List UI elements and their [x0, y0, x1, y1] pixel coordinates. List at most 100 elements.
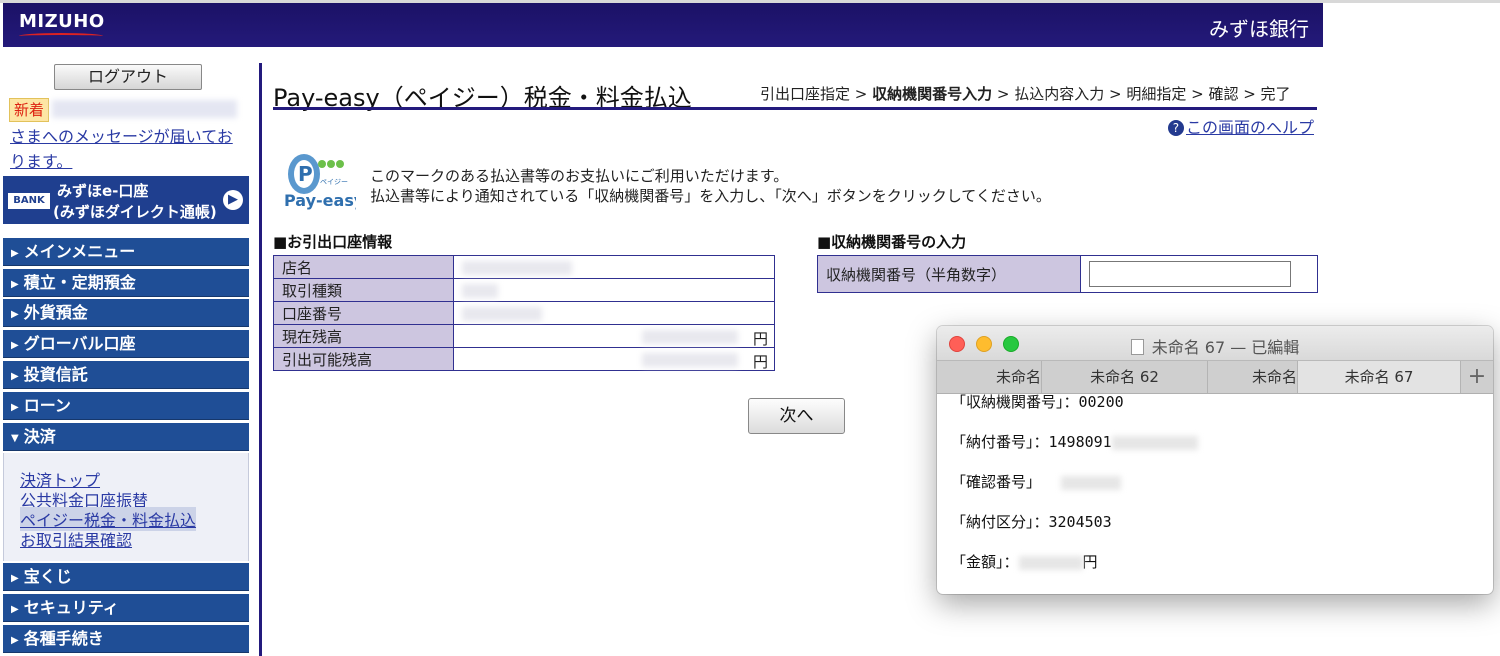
e-account-line1: みずほe-口座	[57, 182, 149, 200]
tab-untitled-67[interactable]: 未命名 67	[1298, 361, 1461, 393]
text-line: 「納付番号」：1498091	[951, 432, 1198, 472]
payeasy-logo: P ペイジー Pay-easy	[284, 154, 356, 210]
help-label: この画面のヘルプ	[1185, 118, 1314, 137]
triangle-right-icon: ▶	[11, 279, 19, 290]
submenu-transaction-results[interactable]: お取引結果確認	[20, 527, 132, 551]
triangle-right-icon: ▶	[11, 371, 19, 382]
text-line: 「確認番号」	[951, 472, 1198, 512]
svg-text:P: P	[298, 162, 313, 186]
redacted-value	[642, 352, 738, 367]
tab-untitled-b[interactable]: 未命名	[1208, 361, 1298, 393]
nav-label: メインメニュー	[23, 242, 136, 261]
mizuho-logo[interactable]: MIZUHO	[19, 11, 105, 32]
nav-investment-trust[interactable]: ▶ 投資信託	[3, 361, 249, 389]
table-row: 収納機関番号（半角数字）	[817, 255, 1318, 293]
triangle-right-icon: ▶	[11, 309, 19, 320]
step-text: 引出口座指定 >	[760, 85, 873, 103]
agency-number-input[interactable]	[1089, 261, 1291, 287]
logout-button[interactable]: ログアウト	[54, 64, 202, 90]
add-tab-icon[interactable]: +	[1460, 361, 1493, 393]
input-section-heading: ■収納機関番号の入力	[817, 233, 967, 251]
step-text: > 払込内容入力 > 明細指定 > 確認 > 完了	[992, 85, 1291, 103]
nav-main-menu[interactable]: ▶ メインメニュー	[3, 238, 249, 266]
triangle-down-icon: ▼	[11, 433, 19, 444]
account-number-value	[453, 301, 775, 325]
bank-name: みずほ銀行	[1209, 17, 1309, 41]
triangle-right-icon: ▶	[11, 604, 19, 615]
window-titlebar[interactable]: 未命名 67 — 已編輯	[937, 326, 1493, 360]
payment-submenu: 決済トップ 公共料金口座振替 ペイジー税金・料金払込 お取引結果確認	[3, 453, 249, 561]
current-step: 収納機関番号入力	[872, 85, 993, 103]
line-text: 「確認番号」	[951, 473, 1042, 491]
account-section-heading: ■お引出口座情報	[273, 233, 393, 251]
content-divider	[259, 63, 262, 656]
message-link[interactable]: さまへのメッセージが届いております。	[10, 124, 245, 174]
next-button[interactable]: 次へ	[748, 398, 845, 434]
logo-swoosh	[19, 33, 103, 39]
redacted-value	[642, 329, 738, 344]
nav-lottery[interactable]: ▶ 宝くじ	[3, 563, 249, 591]
help-icon: ?	[1167, 120, 1184, 136]
agency-number-cell	[1080, 255, 1318, 293]
balance-value: 円	[453, 324, 775, 348]
title-underline	[273, 107, 1317, 110]
type-value	[453, 278, 775, 302]
redacted-value	[462, 283, 498, 298]
triangle-right-icon: ▶	[11, 573, 19, 584]
new-message-badge: 新着	[9, 98, 49, 122]
nav-label: 各種手続き	[23, 629, 104, 648]
nav-foreign-deposit[interactable]: ▶ 外貨預金	[3, 299, 249, 327]
nav-security[interactable]: ▶ セキュリティ	[3, 594, 249, 622]
table-row: 引出可能残高 円	[273, 347, 775, 371]
nav-label: ローン	[23, 396, 71, 415]
svg-text:Pay-easy: Pay-easy	[284, 191, 356, 210]
bank-tag-icon: BANK	[8, 193, 50, 209]
nav-savings[interactable]: ▶ 積立・定期預金	[3, 269, 249, 297]
nav-label: グローバル口座	[23, 334, 136, 353]
nav-payment[interactable]: ▼ 決済	[3, 423, 249, 451]
arrow-right-icon: ▶	[223, 190, 243, 210]
tab-untitled-a[interactable]: 未命名	[951, 361, 1042, 393]
e-account-line2: (みずほダイレクト通帳)	[53, 203, 217, 221]
help-link[interactable]: ? この画面のヘルプ	[1167, 114, 1314, 138]
tab-untitled-62[interactable]: 未命名 62	[1042, 361, 1208, 393]
document-text[interactable]: 「収納機関番号」：00200 「納付番号」：1498091 「確認番号」 「納付…	[951, 393, 1198, 592]
table-row: 現在残高 円	[273, 324, 775, 348]
row-label: 店名	[273, 255, 454, 279]
row-label: 口座番号	[273, 301, 454, 325]
yen-unit: 円	[1082, 553, 1098, 571]
redacted-value	[1061, 475, 1122, 490]
nav-label: 宝くじ	[23, 567, 72, 586]
branch-value	[453, 255, 775, 279]
triangle-right-icon: ▶	[11, 402, 19, 413]
line-text: 「収納機関番号」：00200	[951, 393, 1124, 411]
nav-label: セキュリティ	[23, 598, 119, 617]
yen-unit: 円	[752, 353, 768, 371]
nav-global-account[interactable]: ▶ グローバル口座	[3, 330, 249, 358]
nav-label: 投資信託	[23, 365, 88, 384]
text-line: 「金額」： 円	[951, 552, 1198, 592]
redacted-value	[462, 306, 542, 321]
yen-unit: 円	[752, 330, 768, 348]
agency-number-table: 収納機関番号（半角数字）	[817, 255, 1318, 293]
nav-label: 外貨預金	[23, 303, 88, 322]
row-label: 取引種類	[273, 278, 454, 302]
agency-number-label: 収納機関番号（半角数字）	[817, 255, 1081, 293]
nav-procedures[interactable]: ▶ 各種手続き	[3, 625, 249, 653]
triangle-right-icon: ▶	[11, 340, 19, 351]
intro-line2: 払込書等により通知されている「収納機関番号」を入力し、「次へ」ボタンをクリックし…	[370, 187, 1051, 205]
triangle-right-icon: ▶	[11, 635, 19, 646]
redacted-value	[462, 260, 572, 275]
svg-text:ペイジー: ペイジー	[320, 178, 348, 186]
line-text: 「金額」：	[951, 553, 1019, 571]
intro-line1: このマークのある払込書等のお支払いにご利用いただけます。	[370, 167, 789, 185]
nav-label: 積立・定期預金	[23, 273, 136, 292]
intro-text: このマークのある払込書等のお支払いにご利用いただけます。 払込書等により通知され…	[370, 166, 1051, 206]
e-account-banner[interactable]: BANK みずほe-口座 (みずほダイレクト通帳) ▶	[3, 176, 249, 224]
redacted-value	[1018, 555, 1083, 570]
redacted-customer-name	[52, 100, 237, 118]
redacted-value	[1111, 435, 1198, 450]
textedit-window[interactable]: 未命名 67 — 已編輯 未命名 未命名 62 未命名 未命名 67 + 「収納…	[937, 326, 1493, 594]
triangle-right-icon: ▶	[11, 248, 19, 259]
nav-loan[interactable]: ▶ ローン	[3, 392, 249, 420]
